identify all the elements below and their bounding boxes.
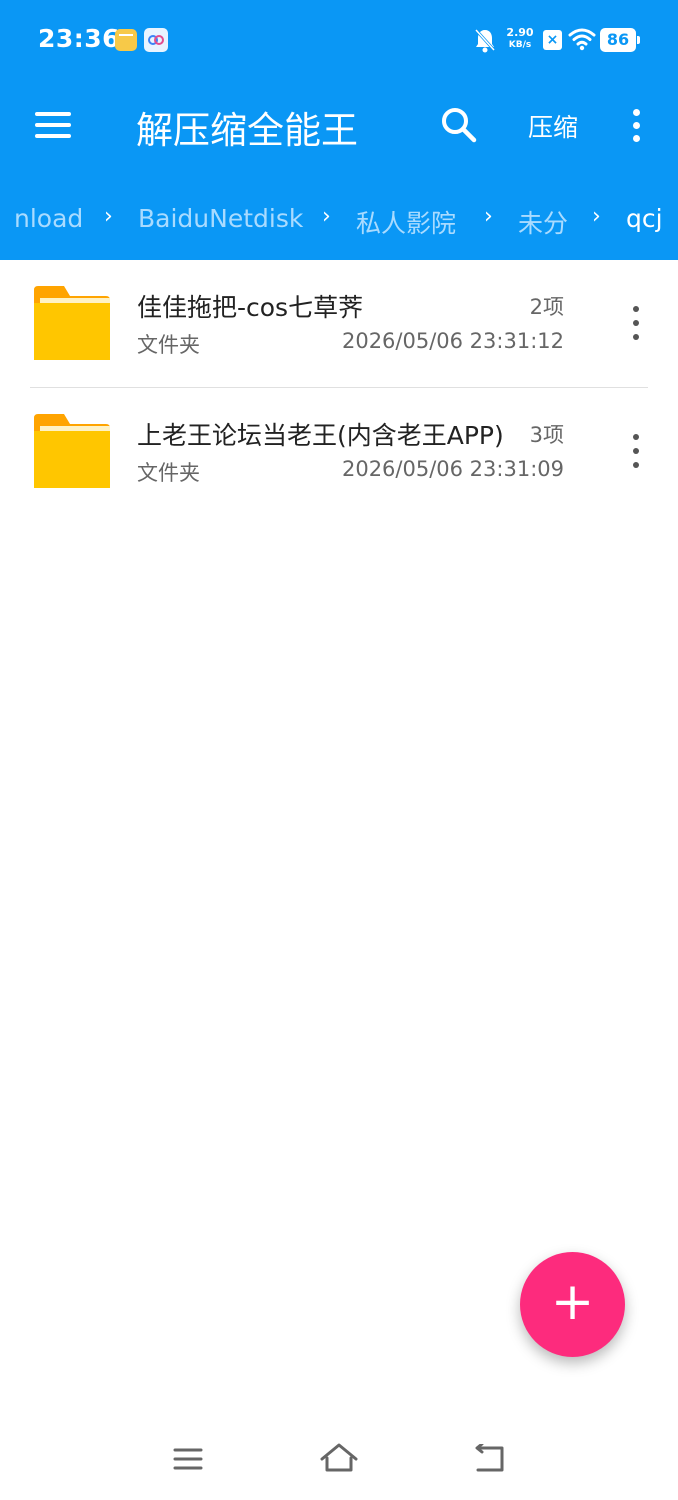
network-speed: 2.90 KB/s — [505, 27, 535, 51]
more-vert-icon[interactable] — [626, 304, 646, 344]
breadcrumb-item-current[interactable]: qcj — [626, 204, 663, 233]
chevron-right-icon: › — [592, 204, 601, 229]
status-bar: 23:36 2.90 KB/s × 86 — [0, 0, 678, 80]
add-button[interactable]: + — [520, 1252, 625, 1357]
more-vert-icon[interactable] — [626, 104, 646, 148]
file-name: 上老王论坛当老王(内含老王APP) — [137, 421, 504, 450]
chevron-right-icon: › — [484, 204, 493, 229]
more-vert-icon[interactable] — [626, 432, 646, 472]
menu-icon[interactable] — [30, 105, 76, 145]
sim-x-icon: × — [543, 30, 562, 50]
baidu-netdisk-notification-icon — [144, 28, 168, 52]
wifi-icon — [568, 28, 596, 51]
item-count: 3项 — [529, 423, 564, 447]
chevron-right-icon: › — [322, 204, 331, 229]
breadcrumb-item-download[interactable]: nload — [14, 204, 83, 233]
item-count: 2项 — [529, 295, 564, 319]
app-title: 解压缩全能王 — [136, 109, 358, 152]
breadcrumb-item-private-cinema[interactable]: 私人影院 — [356, 204, 456, 240]
file-name: 佳佳拖把-cos七草荠 — [137, 293, 364, 322]
breadcrumb-item-baidunetdisk[interactable]: BaiduNetdisk — [138, 204, 303, 233]
list-item[interactable]: 上老王论坛当老王(内含老王APP) 3项 文件夹 2026/05/06 23:3… — [0, 388, 678, 516]
folder-icon — [34, 414, 110, 488]
list-item[interactable]: 佳佳拖把-cos七草荠 2项 文件夹 2026/05/06 23:31:12 — [0, 260, 678, 388]
compress-button[interactable]: 压缩 — [528, 108, 578, 144]
mute-bell-icon — [474, 28, 496, 53]
notes-notification-icon — [115, 29, 137, 51]
chevron-right-icon: › — [104, 204, 113, 229]
nav-back-icon[interactable] — [472, 1444, 508, 1474]
breadcrumb: nload › BaiduNetdisk › 私人影院 › 未分 › qcj — [0, 190, 678, 250]
breadcrumb-item-uncategorized[interactable]: 未分 — [518, 204, 568, 240]
file-type: 文件夹 — [137, 333, 200, 357]
nav-recent-icon[interactable] — [172, 1446, 204, 1472]
modified-date: 2026/05/06 23:31:09 — [341, 457, 564, 481]
folder-icon — [34, 286, 110, 360]
search-icon[interactable] — [438, 104, 480, 146]
nav-home-icon[interactable] — [319, 1442, 359, 1474]
toolbar: 解压缩全能王 压缩 — [0, 80, 678, 170]
network-speed-value: 2.90 — [506, 26, 534, 39]
system-nav-bar — [0, 1420, 678, 1500]
add-icon: + — [550, 1272, 595, 1332]
file-type: 文件夹 — [137, 461, 200, 485]
status-time: 23:36 — [38, 24, 121, 53]
battery-indicator: 86 — [600, 28, 640, 52]
modified-date: 2026/05/06 23:31:12 — [341, 329, 564, 353]
network-speed-unit: KB/s — [508, 40, 532, 50]
